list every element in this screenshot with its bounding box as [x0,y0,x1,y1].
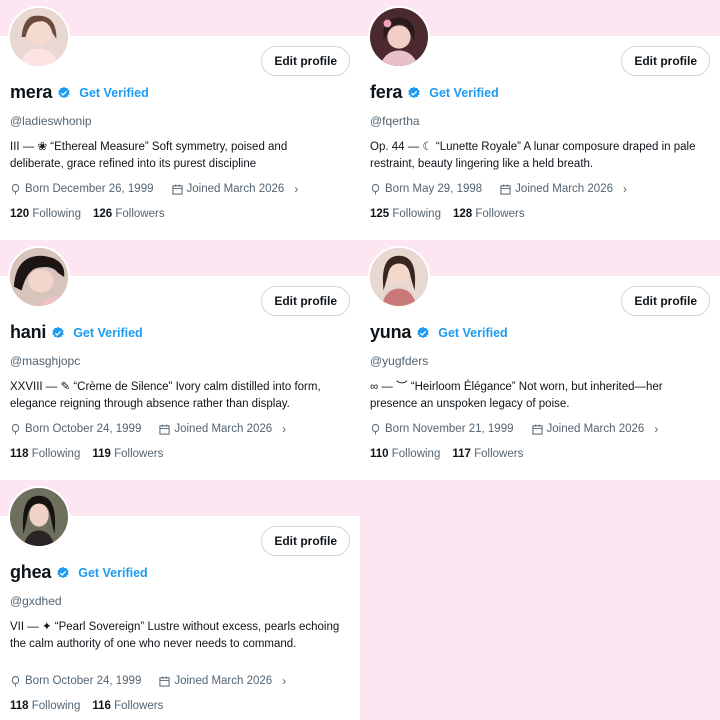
balloon-icon [11,183,20,195]
profile-meta: Born November 21, 1999 Joined March 2026… [370,422,658,436]
profile-bio: XXVIII — ✎ “Crème de Silence” Ivory calm… [10,381,321,410]
profile-meta: Born October 24, 1999 Joined March 2026 … [10,674,286,688]
profile-meta: Born December 26, 1999 Joined March 2026… [10,182,298,196]
followers-label[interactable]: Followers [114,448,163,460]
verified-badge-icon [58,86,70,98]
profile-handle: @masghjopc [10,354,81,368]
profile-stats: 120 Following 126 Followers [10,208,165,220]
get-verified-link[interactable]: Get Verified [73,326,142,340]
avatar[interactable] [8,486,70,548]
get-verified-link[interactable]: Get Verified [429,86,498,100]
profile-stats: 125 Following 128 Followers [370,208,525,220]
avatar[interactable] [8,246,70,308]
balloon-icon [11,675,20,687]
profile-name: ghea [10,562,52,582]
following-label[interactable]: Following [32,208,81,220]
profile-card-yuna: Edit profile yuna Get Verified @yugfders… [360,240,720,480]
born-date: Born October 24, 1999 [25,675,142,687]
profile-stats: 118 Following 119 Followers [10,448,163,460]
profile-card-mera: Edit profile mera Get Verified @ladieswh… [0,0,360,240]
profile-card-hani: Edit profile hani Get Verified @masghjop… [0,240,360,480]
verified-badge-icon [57,566,69,578]
followers-count[interactable]: 126 [93,208,112,220]
followers-count[interactable]: 116 [92,700,111,712]
profile-meta: Born October 24, 1999 Joined March 2026 … [10,422,286,436]
profile-bio: VII — ✦ “Pearl Sovereign” Lustre without… [10,621,340,650]
profile-name: fera [370,82,403,102]
calendar-icon [159,423,170,435]
following-label[interactable]: Following [392,208,441,220]
profile-handle: @yugfders [370,354,429,368]
balloon-icon [371,423,380,435]
following-count[interactable]: 120 [10,208,29,220]
following-count[interactable]: 118 [10,448,29,460]
edit-profile-button[interactable]: Edit profile [261,286,350,316]
profile-bio: III — ❀ “Ethereal Measure” Soft symmetry… [10,141,288,170]
calendar-icon [531,423,543,435]
followers-label[interactable]: Followers [475,208,524,220]
verified-badge-icon [52,326,64,338]
chevron-right-icon[interactable]: › [654,422,658,436]
following-count[interactable]: 110 [370,448,389,460]
profile-card-fera: Edit profile fera Get Verified @fqertha … [360,0,720,240]
followers-label[interactable]: Followers [114,700,163,712]
balloon-icon [371,183,380,195]
joined-date: Joined March 2026 [546,423,645,435]
following-label[interactable]: Following [32,700,81,712]
avatar[interactable] [368,246,430,308]
balloon-icon [11,423,20,435]
followers-count[interactable]: 119 [92,448,111,460]
verified-badge-icon [417,326,429,338]
followers-count[interactable]: 128 [453,208,472,220]
avatar[interactable] [368,6,430,68]
profile-bio: Op. 44 — ☾ “Lunette Royale” A lunar comp… [370,141,696,170]
born-date: Born October 24, 1999 [25,423,142,435]
profile-handle: @gxdhed [10,594,62,608]
calendar-icon [159,675,170,687]
joined-date: Joined March 2026 [174,423,273,435]
following-count[interactable]: 125 [370,208,389,220]
profile-stats: 110 Following 117 Followers [370,448,523,460]
get-verified-link[interactable]: Get Verified [79,86,148,100]
profile-meta: Born May 29, 1998 Joined March 2026 › [370,182,627,196]
chevron-right-icon[interactable]: › [623,182,627,196]
edit-profile-button[interactable]: Edit profile [261,526,350,556]
edit-profile-button[interactable]: Edit profile [261,46,350,76]
profile-name: hani [10,322,47,342]
profile-bio: ∞ — ︶ “Heirloom Élégance” Not worn, but … [370,381,663,410]
joined-date: Joined March 2026 [174,675,273,687]
profile-handle: @fqertha [370,114,420,128]
avatar[interactable] [8,6,70,68]
profile-card-ghea: Edit profile ghea Get Verified @gxdhed V… [0,480,360,720]
edit-profile-button[interactable]: Edit profile [621,46,710,76]
edit-profile-button[interactable]: Edit profile [621,286,710,316]
profile-name: mera [10,82,53,102]
followers-count[interactable]: 117 [452,448,471,460]
following-label[interactable]: Following [32,448,81,460]
followers-label[interactable]: Followers [115,208,164,220]
born-date: Born May 29, 1998 [385,183,483,195]
chevron-right-icon[interactable]: › [294,182,298,196]
joined-date: Joined March 2026 [515,183,613,195]
get-verified-link[interactable]: Get Verified [78,566,147,580]
get-verified-link[interactable]: Get Verified [438,326,507,340]
following-label[interactable]: Following [392,448,441,460]
followers-label[interactable]: Followers [474,448,523,460]
profile-stats: 118 Following 116 Followers [10,700,163,712]
chevron-right-icon[interactable]: › [282,422,286,436]
following-count[interactable]: 118 [10,700,29,712]
calendar-icon [500,183,511,195]
born-date: Born December 26, 1999 [25,183,154,195]
profile-name: yuna [370,322,412,342]
born-date: Born November 21, 1999 [385,423,514,435]
chevron-right-icon[interactable]: › [282,674,286,688]
profile-handle: @ladieswhonip [10,114,92,128]
calendar-icon [171,183,183,195]
verified-badge-icon [408,86,420,98]
joined-date: Joined March 2026 [186,183,285,195]
